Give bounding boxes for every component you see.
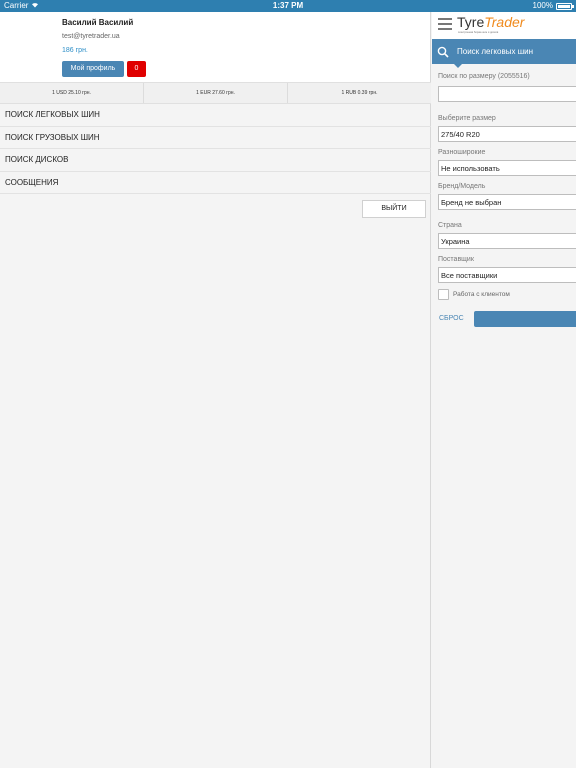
user-email: test@tyretrader.ua xyxy=(62,33,120,40)
rate-usd: 1 USD 25.10 грн. xyxy=(0,83,144,103)
clock: 1:37 PM xyxy=(272,1,304,10)
battery-indicator: 100% xyxy=(532,0,574,12)
client-work-label: Работа с клиентом xyxy=(453,291,510,298)
menu-item-truck-tyres[interactable]: ПОИСК ГРУЗОВЫХ ШИН xyxy=(0,127,431,149)
logo-trader-text: Trader xyxy=(484,14,525,30)
panel-title: Поиск легковых шин xyxy=(457,47,533,56)
status-bar: Carrier 1:37 PM 100% xyxy=(0,0,576,12)
menu-item-car-tyres[interactable]: ПОИСК ЛЕГКОВЫХ ШИН xyxy=(0,104,431,127)
staggered-select[interactable]: Не использовать xyxy=(438,160,576,176)
country-label: Страна xyxy=(438,222,462,229)
menu-item-messages[interactable]: СООБЩЕНИЯ xyxy=(0,172,431,194)
messages-count-button[interactable]: 0 xyxy=(127,61,146,77)
user-name: Василий Василий xyxy=(62,18,134,27)
app-header: TyreTrader электронная биржа шин и диско… xyxy=(432,12,576,39)
rate-eur: 1 EUR 27.60 грн. xyxy=(144,83,288,103)
profile-card: Василий Василий test@tyretrader.ua 186 г… xyxy=(0,12,430,82)
supplier-label: Поставщик xyxy=(438,256,474,263)
search-icon xyxy=(437,45,449,58)
brand-model-label: Бренд/Модель xyxy=(438,183,486,190)
country-select[interactable]: Украина xyxy=(438,233,576,249)
header-pointer xyxy=(454,64,462,68)
size-search-label: Поиск по размеру (2055516) xyxy=(438,73,530,80)
staggered-label: Разноширокие xyxy=(438,149,486,156)
size-select[interactable]: 275/40 R20 xyxy=(438,126,576,142)
my-profile-button[interactable]: Мой профиль xyxy=(62,61,124,77)
brand-model-select[interactable]: Бренд не выбран xyxy=(438,194,576,210)
reset-button[interactable]: СБРОС xyxy=(439,315,464,322)
tyretrader-logo: TyreTrader xyxy=(457,14,524,30)
size-select-label: Выберите размер xyxy=(438,115,496,122)
search-panel: TyreTrader электронная биржа шин и диско… xyxy=(432,12,576,768)
logo-tyre-text: Tyre xyxy=(457,14,485,30)
logo-tagline: электронная биржа шин и дисков xyxy=(458,31,499,34)
rate-rub: 1 RUB 0.39 грн. xyxy=(341,90,378,96)
battery-icon xyxy=(556,2,574,10)
supplier-select[interactable]: Все поставщики xyxy=(438,267,576,283)
search-button[interactable] xyxy=(474,311,576,327)
panel-title-bar: Поиск легковых шин xyxy=(432,39,576,68)
side-drawer: Василий Василий test@tyretrader.ua 186 г… xyxy=(0,12,431,768)
battery-percent: 100% xyxy=(532,1,553,10)
logout-button[interactable]: ВЫЙТИ xyxy=(362,200,426,218)
drawer-menu: ПОИСК ЛЕГКОВЫХ ШИН ПОИСК ГРУЗОВЫХ ШИН ПО… xyxy=(0,104,431,194)
client-work-checkbox[interactable] xyxy=(438,289,449,300)
user-balance: 186 грн. xyxy=(62,47,88,54)
menu-item-wheels[interactable]: ПОИСК ДИСКОВ xyxy=(0,149,431,172)
battery-fill xyxy=(558,4,570,8)
hamburger-menu-icon[interactable] xyxy=(438,18,452,30)
exchange-rates-bar: 1 USD 25.10 грн. 1 EUR 27.60 грн. 1 RUB … xyxy=(0,82,431,104)
size-search-input[interactable] xyxy=(438,86,576,102)
